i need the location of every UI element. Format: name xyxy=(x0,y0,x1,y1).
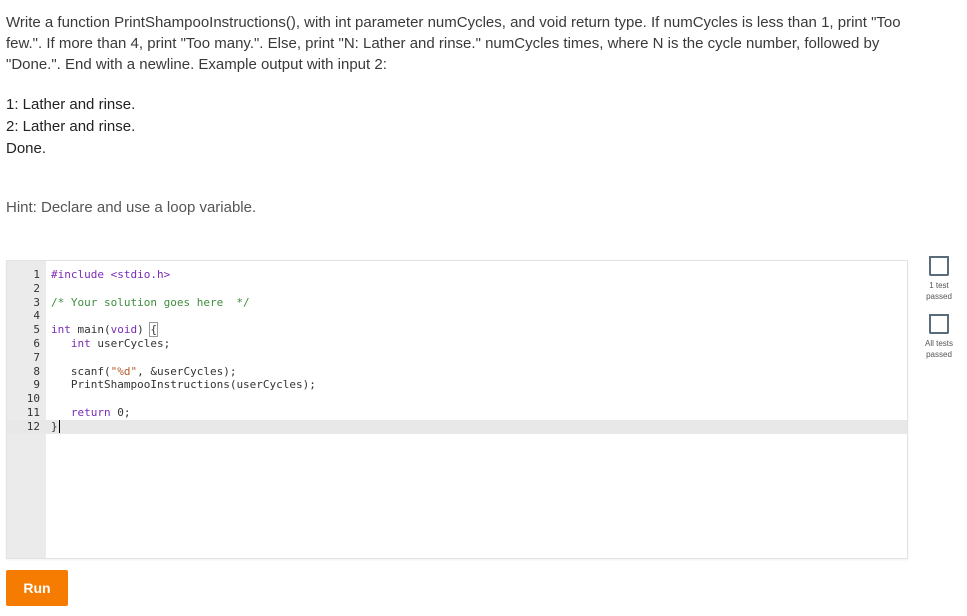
line-number: 7 xyxy=(33,350,40,364)
code-line[interactable]: 10 xyxy=(7,392,907,406)
code-string: "%d" xyxy=(110,364,138,378)
line-number: 4 xyxy=(33,309,40,323)
code-text[interactable]: int main(void) { xyxy=(51,322,158,338)
code-line-active[interactable]: 12 } xyxy=(7,419,907,434)
example-output-line: 2: Lather and rinse. xyxy=(6,118,136,135)
code-token: ) xyxy=(137,323,151,337)
code-keyword: return xyxy=(70,405,111,419)
line-number: 11 xyxy=(26,405,40,419)
code-line[interactable]: 6 int userCycles; xyxy=(7,337,907,351)
code-text[interactable]: scanf("%d", &userCycles); xyxy=(51,364,237,379)
code-keyword: void xyxy=(110,323,138,337)
text-cursor xyxy=(58,419,60,433)
line-number: 12 xyxy=(26,419,40,433)
test-status-line: passed xyxy=(926,350,952,359)
example-output-line: 1: Lather and rinse. xyxy=(6,96,136,113)
code-text[interactable]: PrintShampooInstructions(userCycles); xyxy=(51,378,316,392)
code-lines[interactable]: 1 #include <stdio.h> 2 3 /* Your solutio… xyxy=(7,268,907,434)
code-token: , &userCycles); xyxy=(137,364,237,378)
code-line[interactable]: 3 /* Your solution goes here */ xyxy=(7,296,907,310)
code-token: userCycles; xyxy=(90,336,171,350)
code-token: } xyxy=(51,419,58,433)
code-line[interactable]: 9 PrintShampooInstructions(userCycles); xyxy=(7,378,907,392)
line-number: 9 xyxy=(33,378,40,392)
code-line[interactable]: 11 return 0; xyxy=(7,406,907,420)
checkbox-icon xyxy=(929,256,949,276)
line-number: 3 xyxy=(33,295,40,309)
code-line[interactable]: 2 xyxy=(7,282,907,296)
example-output-line: Done. xyxy=(6,140,47,157)
code-token: 0; xyxy=(110,405,131,419)
code-editor[interactable]: 1 #include <stdio.h> 2 3 /* Your solutio… xyxy=(6,260,908,559)
line-number: 8 xyxy=(33,364,40,378)
test-status-line: 1 test xyxy=(929,281,949,290)
code-line[interactable]: 7 xyxy=(7,351,907,365)
line-number: 5 xyxy=(33,323,40,337)
code-text[interactable]: return 0; xyxy=(51,406,131,420)
code-text[interactable]: #include <stdio.h> xyxy=(51,268,170,282)
checkbox-icon xyxy=(929,314,949,334)
test-status-line: All tests xyxy=(924,339,953,348)
line-number: 2 xyxy=(33,281,40,295)
code-token: main( xyxy=(70,323,111,337)
hint-text: Hint: Declare and use a loop variable. xyxy=(6,199,257,216)
code-line[interactable]: 5 int main(void) { xyxy=(7,322,907,338)
code-line[interactable]: 1 #include <stdio.h> xyxy=(7,268,907,282)
code-brace: { xyxy=(149,322,158,338)
code-text[interactable]: } xyxy=(51,419,60,434)
test-status-all: All tests passed xyxy=(920,314,958,360)
code-token: scanf( xyxy=(70,364,111,378)
code-line[interactable]: 8 scanf("%d", &userCycles); xyxy=(7,365,907,379)
run-button[interactable]: Run xyxy=(6,570,68,606)
line-number: 10 xyxy=(26,392,40,406)
problem-statement: Write a function PrintShampooInstruction… xyxy=(6,14,901,73)
example-output: 1: Lather and rinse. 2: Lather and rinse… xyxy=(6,94,135,160)
line-number: 6 xyxy=(33,336,40,350)
test-status-line: passed xyxy=(926,292,952,301)
code-token: #include <stdio.h> xyxy=(51,268,171,281)
code-comment: /* Your solution goes here */ xyxy=(51,295,250,309)
code-line[interactable]: 4 xyxy=(7,309,907,323)
code-token: PrintShampooInstructions(userCycles); xyxy=(70,378,316,392)
code-text[interactable]: /* Your solution goes here */ xyxy=(51,296,250,310)
line-number: 1 xyxy=(33,268,40,281)
code-keyword: int xyxy=(70,336,91,350)
code-text[interactable]: int userCycles; xyxy=(51,337,170,351)
code-keyword: int xyxy=(51,323,71,337)
test-status-one: 1 test passed xyxy=(920,256,958,302)
